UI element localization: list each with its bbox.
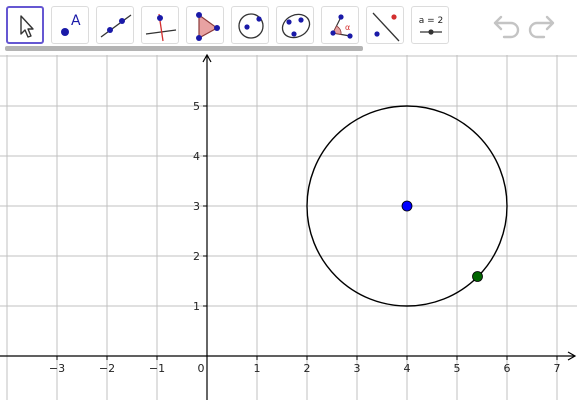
slider-tool-button[interactable]: a = 2: [411, 6, 449, 44]
circle-center-point-icon: [238, 13, 264, 39]
undo-arrow-icon: [493, 15, 520, 39]
ellipse-icon: [281, 13, 311, 39]
undo-button[interactable]: [490, 10, 522, 40]
graphics-view[interactable]: −3 −2 −1 0 1 2 3 4 5 6 7 1 2 3 4 5: [0, 51, 577, 400]
angle-icon: α: [330, 14, 353, 39]
line-through-points-icon: [100, 14, 132, 38]
polygon-tool-button[interactable]: [186, 6, 224, 44]
point-label-icon: A: [61, 13, 81, 36]
y-tick-label: 1: [193, 300, 200, 313]
slider-icon: a = 2: [419, 16, 444, 35]
x-tick-label: 5: [454, 362, 461, 375]
circle-center-point-tool-button[interactable]: [231, 6, 269, 44]
polygon-icon: [196, 12, 220, 41]
axes: [0, 53, 577, 400]
toolbar: A α a = 2: [0, 0, 577, 51]
x-tick-label: 0: [198, 362, 205, 375]
x-tick-label: 6: [504, 362, 511, 375]
x-tick-label: 3: [354, 362, 361, 375]
point-tool-label: A: [71, 13, 81, 29]
grid: [0, 55, 577, 400]
y-tick-label: 2: [193, 250, 200, 263]
x-tick-label: 1: [254, 362, 261, 375]
perpendicular-line-tool-button[interactable]: [141, 6, 179, 44]
angle-tool-button[interactable]: α: [321, 6, 359, 44]
pointer-arrow-icon: [20, 15, 34, 38]
point-tool-button[interactable]: A: [51, 6, 89, 44]
redo-arrow-icon: [528, 15, 555, 39]
move-tool-button[interactable]: [6, 6, 44, 44]
line-tool-button[interactable]: [96, 6, 134, 44]
perpendicular-line-icon: [145, 13, 177, 42]
y-tick-label: 4: [193, 150, 200, 163]
redo-button[interactable]: [526, 10, 558, 40]
slider-tool-label: a = 2: [419, 16, 444, 26]
ellipse-tool-button[interactable]: [276, 6, 314, 44]
reflect-about-line-icon: [372, 12, 400, 42]
x-tick-label: 4: [404, 362, 411, 375]
x-tick-label: −1: [149, 362, 165, 375]
x-tick-label: −2: [99, 362, 115, 375]
y-tick-label: 3: [193, 200, 200, 213]
x-tick-label: −3: [49, 362, 65, 375]
x-tick-label: 7: [554, 362, 561, 375]
reflect-tool-button[interactable]: [366, 6, 404, 44]
angle-tool-label: α: [345, 23, 350, 32]
x-tick-label: 2: [304, 362, 311, 375]
y-tick-label: 5: [193, 100, 200, 113]
point-on-circle[interactable]: [472, 271, 483, 282]
center-point[interactable]: [401, 200, 413, 212]
